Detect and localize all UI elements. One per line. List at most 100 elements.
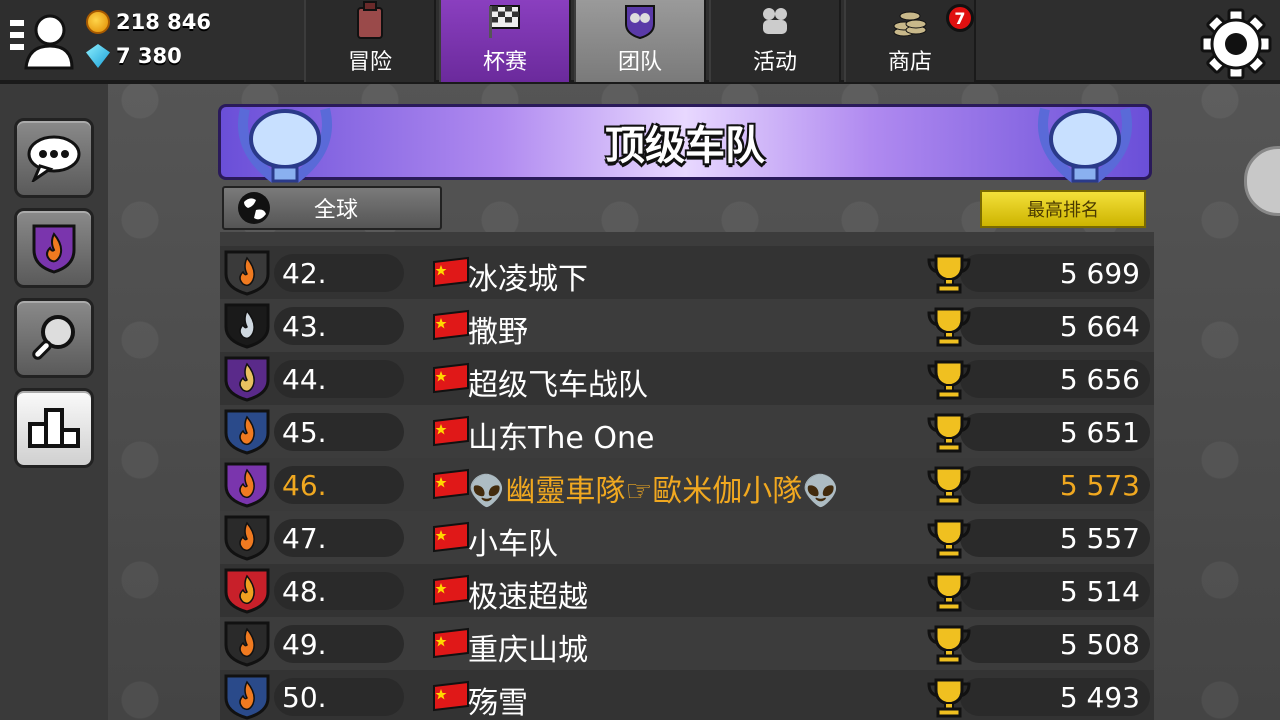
leaderboard-button[interactable] xyxy=(14,388,94,468)
trophy-icon xyxy=(927,307,971,347)
team-rank: 49. xyxy=(274,625,404,663)
china-flag-icon xyxy=(433,256,469,288)
table-row[interactable]: 42. 冰凌城下 5 699 xyxy=(220,246,1154,299)
team-rank: 50. xyxy=(274,678,404,716)
team-emblem-icon xyxy=(224,515,270,561)
team-emblem-icon xyxy=(224,674,270,720)
tab-cup[interactable]: 杯赛 xyxy=(439,0,571,82)
checkered-flag-icon xyxy=(489,5,520,38)
trophy-icon xyxy=(927,519,971,559)
gem-balance: 7 380 xyxy=(86,44,182,68)
notification-badge: 7 xyxy=(946,4,974,32)
team-rank: 45. xyxy=(274,413,404,451)
team-name: 超级飞车战队 xyxy=(468,368,648,403)
table-row[interactable]: 49. 重庆山城 5 508 xyxy=(220,617,1154,670)
event-icon xyxy=(763,8,787,34)
trophy-icon xyxy=(927,625,971,665)
team-score: 5 664 xyxy=(960,307,1150,345)
team-score: 5 699 xyxy=(960,254,1150,292)
team-rank: 48. xyxy=(274,572,404,610)
gem-icon xyxy=(86,44,110,68)
team-name: 冰凌城下 xyxy=(468,262,588,297)
tab-events[interactable]: 活动 xyxy=(709,0,841,82)
left-sidebar xyxy=(0,84,108,720)
team-shield-icon xyxy=(32,224,76,274)
team-emblem-icon xyxy=(224,409,270,455)
team-name: 殇雪 xyxy=(468,686,528,720)
team-rank: 47. xyxy=(274,519,404,557)
sort-top-rank-button[interactable]: 最高排名 xyxy=(980,190,1146,228)
tab-label: 团队 xyxy=(617,50,662,75)
china-flag-icon xyxy=(433,309,469,341)
china-flag-icon xyxy=(433,415,469,447)
leaderboard-icon xyxy=(28,408,80,448)
tab-team[interactable]: 团队 xyxy=(574,0,706,82)
china-flag-icon xyxy=(433,574,469,606)
team-score: 5 514 xyxy=(960,572,1150,610)
team-name: 山东The One xyxy=(468,421,655,456)
team-rank: 42. xyxy=(274,254,404,292)
tab-label: 冒险 xyxy=(347,50,392,75)
search-button[interactable] xyxy=(14,298,94,378)
chat-bubble-icon xyxy=(27,135,81,182)
team-rank: 44. xyxy=(274,360,404,398)
team-name: 👽幽靈車隊☞歐米伽小隊👽 xyxy=(468,474,840,509)
trophy-icon xyxy=(927,360,971,400)
tab-shop[interactable]: 商店 7 xyxy=(844,0,976,82)
profile-icon xyxy=(10,14,74,70)
table-row[interactable]: 48. 极速超越 5 514 xyxy=(220,564,1154,617)
china-flag-icon xyxy=(433,468,469,500)
profile-button[interactable] xyxy=(8,12,74,70)
team-name: 极速超越 xyxy=(468,580,588,615)
table-row[interactable]: 50. 殇雪 5 493 xyxy=(220,670,1154,720)
tab-label: 杯赛 xyxy=(482,50,527,75)
region-filter-button[interactable]: 全球 xyxy=(222,186,442,230)
tab-adventure[interactable]: 冒险 xyxy=(304,0,436,82)
coin-icon xyxy=(86,10,110,34)
chat-button[interactable] xyxy=(14,118,94,198)
team-emblem-icon xyxy=(224,621,270,667)
team-emblem-icon xyxy=(224,303,270,349)
table-row[interactable]: 45. 山东The One 5 651 xyxy=(220,405,1154,458)
china-flag-icon xyxy=(433,627,469,659)
laurel-trophy-icon xyxy=(1038,107,1132,183)
fuel-can-icon xyxy=(357,1,383,39)
table-row[interactable]: 46. 👽幽靈車隊☞歐米伽小隊👽 5 573 xyxy=(220,458,1154,511)
team-rank: 46. xyxy=(274,466,404,504)
team-emblem-icon xyxy=(224,250,270,296)
tab-label: 活动 xyxy=(752,50,797,75)
team-score: 5 573 xyxy=(960,466,1150,504)
coin-count: 218 846 xyxy=(116,10,211,34)
region-filter-label: 全球 xyxy=(313,198,358,223)
top-bar: 218 846 7 380 冒险 杯赛 团队 活动 商店 7 xyxy=(0,0,1280,84)
table-row[interactable]: 47. 小车队 5 557 xyxy=(220,511,1154,564)
team-score: 5 493 xyxy=(960,678,1150,716)
trophy-icon xyxy=(927,572,971,612)
magnifier-icon xyxy=(32,315,75,360)
team-name: 重庆山城 xyxy=(468,633,588,668)
team-emblem-icon xyxy=(224,568,270,614)
team-score: 5 656 xyxy=(960,360,1150,398)
main-tabs: 冒险 杯赛 团队 活动 商店 7 xyxy=(304,0,979,82)
trophy-icon xyxy=(927,413,971,453)
table-row[interactable]: 43. 撒野 5 664 xyxy=(220,299,1154,352)
china-flag-icon xyxy=(433,521,469,553)
table-row-partial xyxy=(220,232,1154,246)
tab-label: 商店 xyxy=(887,50,932,75)
team-score: 5 508 xyxy=(960,625,1150,663)
team-emblem-icon xyxy=(224,356,270,402)
trophy-icon xyxy=(927,678,971,718)
team-name: 小车队 xyxy=(468,527,558,562)
trophy-icon xyxy=(927,466,971,506)
china-flag-icon xyxy=(433,680,469,712)
team-score: 5 557 xyxy=(960,519,1150,557)
china-flag-icon xyxy=(433,362,469,394)
banner-title: 顶级车队 xyxy=(605,123,765,169)
laurel-trophy-icon xyxy=(238,107,332,183)
my-team-button[interactable] xyxy=(14,208,94,288)
settings-gear-icon[interactable] xyxy=(1198,6,1274,82)
team-leaderboard-list[interactable]: 42. 冰凌城下 5 699 43. 撒野 5 664 44. 超级飞车战队 5… xyxy=(220,232,1154,720)
team-icon xyxy=(625,5,655,40)
team-name: 撒野 xyxy=(468,315,528,350)
table-row[interactable]: 44. 超级飞车战队 5 656 xyxy=(220,352,1154,405)
